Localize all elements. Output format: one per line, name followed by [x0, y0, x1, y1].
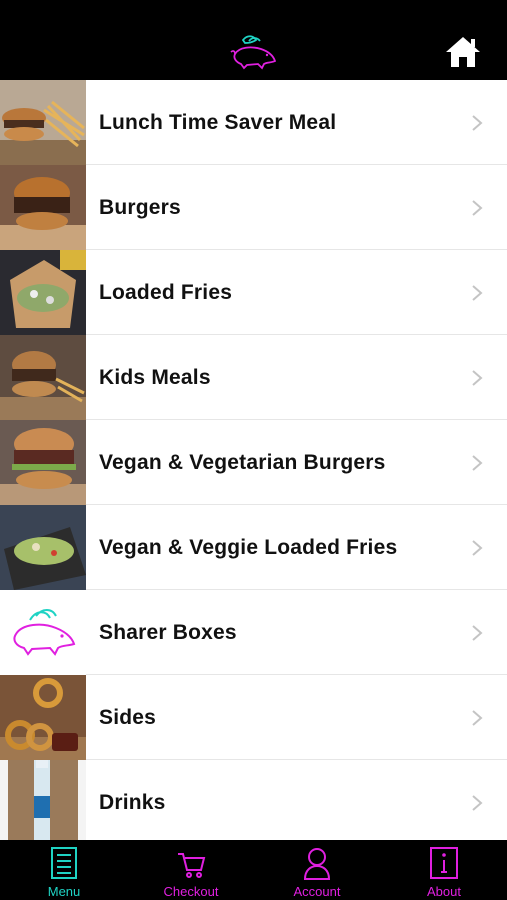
burger-photo [0, 165, 86, 250]
menu-item-sides[interactable]: Sides [0, 675, 507, 760]
menu-item-label: Drinks [99, 791, 166, 814]
chevron-right-icon [472, 795, 483, 811]
onion-rings-photo [0, 675, 86, 760]
menu-item-vegan-veggie-loaded-fries[interactable]: Vegan & Veggie Loaded Fries [0, 505, 507, 590]
menu-item-label: Sharer Boxes [99, 621, 237, 644]
chevron-right-icon [472, 285, 483, 301]
menu-item-label: Lunch Time Saver Meal [99, 111, 337, 134]
menu-item-sharer-boxes[interactable]: Sharer Boxes [0, 590, 507, 675]
menu-item-label: Vegan & Veggie Loaded Fries [99, 536, 398, 559]
vegan-burger-photo [0, 420, 86, 505]
tab-label: Account [293, 884, 341, 899]
menu-item-label: Sides [99, 706, 157, 729]
tab-label: Menu [47, 884, 81, 899]
chevron-right-icon [472, 200, 483, 216]
burger-fries-photo [0, 80, 86, 165]
menu-icon [51, 847, 77, 879]
menu-item-lunch-time-saver-meal[interactable]: Lunch Time Saver Meal [0, 80, 507, 165]
header-bar [0, 0, 507, 80]
cart-icon [178, 853, 206, 878]
menu-item-kids-meals[interactable]: Kids Meals [0, 335, 507, 420]
loaded-fries-photo [0, 250, 86, 335]
menu-item-vegan-vegetarian-burgers[interactable]: Vegan & Vegetarian Burgers [0, 420, 507, 505]
menu-item-label: Kids Meals [99, 366, 211, 389]
info-icon [430, 847, 458, 879]
user-icon [303, 848, 331, 880]
menu-category-list: Lunch Time Saver Meal Burgers Loaded Fri… [0, 80, 507, 845]
tab-label: About [427, 884, 461, 899]
kids-meal-photo [0, 335, 86, 420]
tab-checkout[interactable]: Checkout [141, 840, 241, 900]
tab-account[interactable]: Account [267, 840, 367, 900]
menu-item-label: Burgers [99, 196, 181, 219]
menu-item-label: Vegan & Vegetarian Burgers [99, 451, 386, 474]
chevron-right-icon [472, 115, 483, 131]
chevron-right-icon [472, 710, 483, 726]
chevron-right-icon [472, 370, 483, 386]
pig-logo-icon [230, 35, 277, 70]
chevron-right-icon [472, 625, 483, 641]
tab-menu[interactable]: Menu [14, 840, 114, 900]
pig-logo [0, 590, 86, 675]
menu-item-drinks[interactable]: Drinks [0, 760, 507, 845]
tab-about[interactable]: About [394, 840, 494, 900]
chevron-right-icon [472, 455, 483, 471]
menu-item-label: Loaded Fries [99, 281, 233, 304]
bottom-tab-bar: Menu Checkout Account About [0, 840, 507, 900]
vegan-fries-photo [0, 505, 86, 590]
water-bottle-photo [0, 760, 86, 845]
menu-item-burgers[interactable]: Burgers [0, 165, 507, 250]
menu-item-loaded-fries[interactable]: Loaded Fries [0, 250, 507, 335]
home-icon[interactable] [444, 35, 482, 69]
chevron-right-icon [472, 540, 483, 556]
tab-label: Checkout [163, 884, 219, 899]
